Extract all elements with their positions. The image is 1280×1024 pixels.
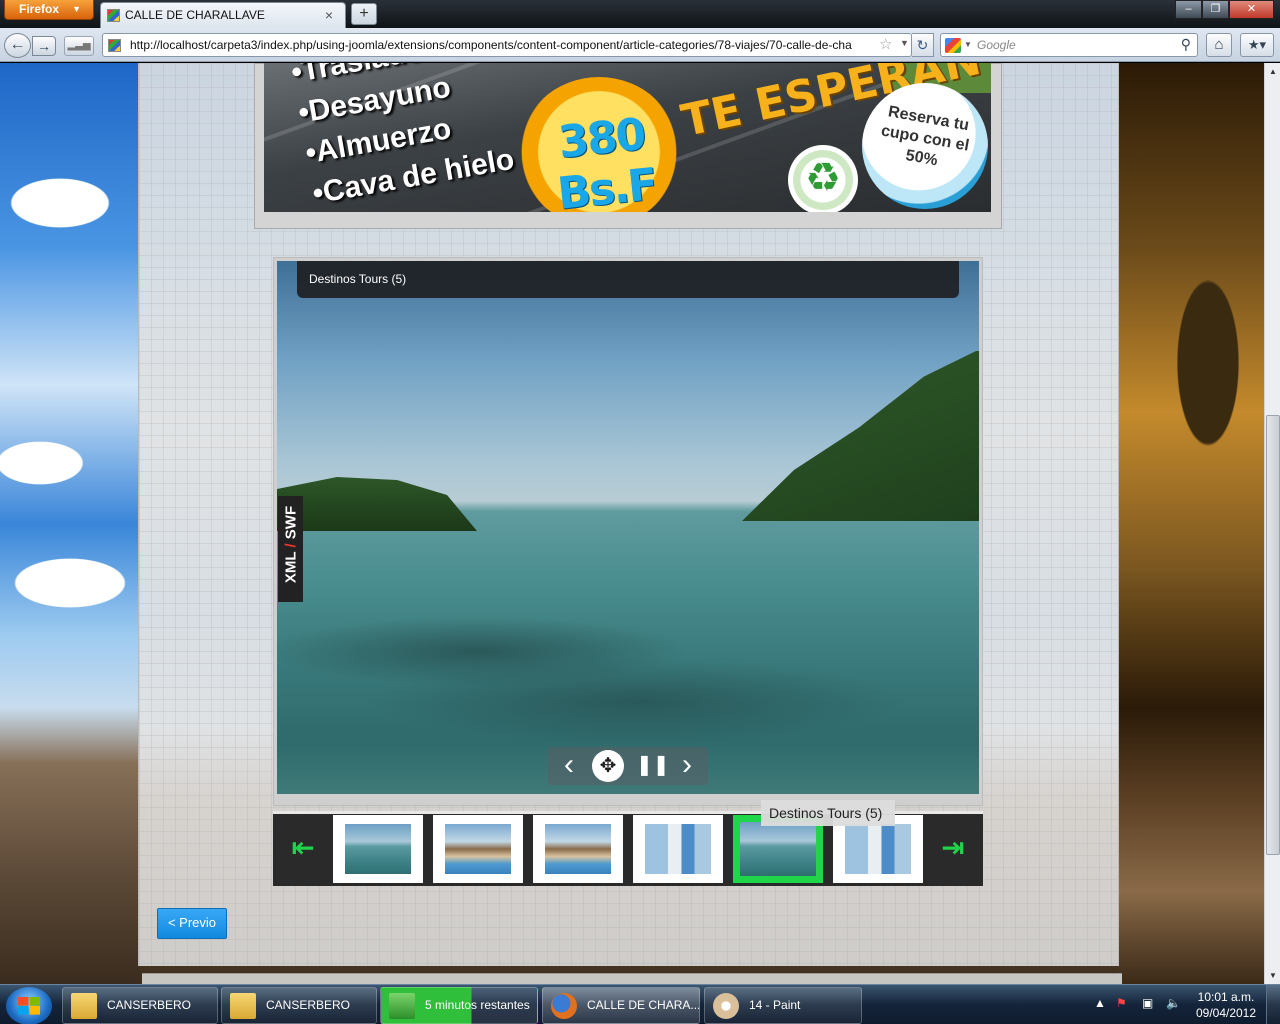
clock-time: 10:01 a.m. [1197, 990, 1255, 1004]
taskbar-item-folder-1[interactable]: CANSERBERO [62, 987, 218, 1024]
navigation-toolbar: ← → ▂▃▅ http://localhost/carpeta3/index.… [0, 28, 1280, 62]
thumbnail-item[interactable] [333, 815, 423, 883]
scroll-up-icon[interactable]: ▲ [1265, 63, 1280, 80]
show-hidden-icons-icon[interactable]: ▲ [1094, 996, 1106, 1010]
window-titlebar: Firefox ▼ CALLE DE CHARALLAVE × + – ❐ ✕ [0, 0, 1280, 28]
close-window-button[interactable]: ✕ [1229, 0, 1274, 19]
scroll-left-arrow-icon[interactable]: ⇤ [286, 834, 320, 863]
history-bars-icon[interactable]: ▂▃▅ [64, 36, 94, 56]
chevron-down-icon: ▼ [72, 4, 81, 14]
xml-swf-label: XML / SWF [283, 492, 300, 598]
photo-reef [277, 591, 979, 741]
task-label: 14 - Paint [749, 998, 801, 1012]
reload-button[interactable]: ↻ [912, 33, 934, 57]
taskbar-item-transfer[interactable]: 5 minutos restantes [380, 987, 538, 1024]
close-tab-icon[interactable]: × [321, 7, 337, 23]
task-label: 5 minutos restantes [425, 998, 530, 1012]
thumbnail-image [545, 824, 611, 874]
tab-title: CALLE DE CHARALLAVE [125, 8, 265, 22]
thumbnail-image [645, 824, 711, 874]
scroll-down-icon[interactable]: ▼ [1265, 967, 1280, 984]
gallery-caption: Destinos Tours (5) [309, 272, 407, 286]
address-bar[interactable]: http://localhost/carpeta3/index.php/usin… [102, 33, 912, 57]
task-label: CALLE DE CHARA... [587, 998, 700, 1012]
label-separator: / [282, 543, 300, 548]
next-slide-icon[interactable]: › [672, 750, 702, 781]
site-identity-icon[interactable] [108, 39, 121, 52]
system-tray: ▲ ⚑ ▣ 🔈 [1086, 985, 1196, 1024]
network-icon[interactable]: ▣ [1142, 996, 1153, 1010]
bookmarks-button[interactable]: ★▾ [1240, 33, 1274, 57]
window-controls: – ❐ ✕ [1175, 0, 1274, 19]
volume-icon[interactable]: 🔈 [1166, 996, 1181, 1010]
taskbar-item-folder-2[interactable]: CANSERBERO [221, 987, 377, 1024]
paint-icon [713, 993, 739, 1019]
previous-slide-icon[interactable]: ‹ [554, 750, 584, 781]
thumbnail-image [845, 824, 911, 874]
task-label: CANSERBERO [266, 998, 351, 1012]
move-arrows-icon[interactable]: ✥ [592, 750, 624, 782]
windows-taskbar: CANSERBERO CANSERBERO 5 minutos restante… [0, 984, 1280, 1024]
recycle-icon: ♻ [788, 145, 858, 212]
previous-article-button[interactable]: < Previo [157, 908, 227, 939]
taskbar-clock[interactable]: 10:01 a.m. 09/04/2012 [1194, 989, 1258, 1021]
taskbar-item-firefox[interactable]: CALLE DE CHARA... [542, 987, 700, 1024]
search-input[interactable]: Google [977, 38, 1016, 52]
back-button[interactable]: ← [4, 33, 31, 58]
folder-icon [71, 993, 97, 1019]
xml-label: XML [282, 551, 300, 584]
clock-date: 09/04/2012 [1195, 1006, 1257, 1020]
engine-dropdown-icon[interactable]: ▼ [964, 40, 972, 49]
url-dropdown-icon[interactable]: ▼ [900, 38, 909, 48]
thumbnail-item[interactable] [433, 815, 523, 883]
search-icon[interactable]: ⚲ [1181, 36, 1191, 53]
thumbnail-image [740, 822, 816, 876]
minimize-button[interactable]: – [1175, 0, 1202, 19]
scrollbar-thumb[interactable] [1266, 415, 1280, 855]
vertical-scrollbar[interactable]: ▲ ▼ [1264, 63, 1280, 984]
thumbnail-item[interactable] [633, 815, 723, 883]
content-footer-strip [142, 973, 1122, 984]
page-viewport: •Traslado en •Desayuno •Almuerzo •Cava d… [0, 63, 1264, 984]
tab-active[interactable]: CALLE DE CHARALLAVE × [100, 2, 346, 28]
windows-logo-icon [18, 997, 40, 1015]
photo-mountain [742, 351, 979, 521]
promo-banner: •Traslado en •Desayuno •Almuerzo •Cava d… [264, 63, 991, 212]
background-sky-image [0, 63, 140, 984]
favicon-icon [107, 9, 120, 22]
firefox-menu-button[interactable]: Firefox ▼ [4, 0, 94, 20]
thumbnail-image [345, 824, 411, 874]
search-bar[interactable]: ▼ Google ⚲ [940, 33, 1198, 57]
bookmark-star-icon[interactable]: ☆ [879, 35, 892, 53]
pause-icon[interactable]: ❚❚ [636, 751, 670, 781]
slideshow-controls: ‹ ✥ ❚❚ › [548, 747, 708, 785]
firefox-menu-label: Firefox [19, 2, 60, 16]
photo-island [277, 477, 477, 531]
new-tab-button[interactable]: + [351, 3, 377, 25]
start-button[interactable] [6, 987, 52, 1024]
taskbar-item-paint[interactable]: 14 - Paint [704, 987, 862, 1024]
home-button[interactable]: ⌂ [1206, 33, 1232, 57]
thumbnail-item[interactable] [533, 815, 623, 883]
forward-button[interactable]: → [32, 36, 56, 56]
show-desktop-button[interactable] [1266, 985, 1280, 1024]
url-text[interactable]: http://localhost/carpeta3/index.php/usin… [130, 38, 873, 52]
firefox-icon [551, 993, 577, 1019]
gallery-main-photo[interactable] [277, 261, 979, 794]
thumbnail-image [445, 824, 511, 874]
xml-swf-tab[interactable]: XML / SWF [278, 496, 303, 602]
folder-icon [230, 993, 256, 1019]
thumbnail-tooltip: Destinos Tours (5) [761, 800, 895, 826]
task-label: CANSERBERO [107, 998, 192, 1012]
background-palm-image [1118, 63, 1264, 984]
scroll-right-arrow-icon[interactable]: ⇥ [936, 834, 970, 863]
swf-label: SWF [282, 505, 300, 540]
file-transfer-icon [389, 993, 415, 1019]
action-center-flag-icon[interactable]: ⚑ [1116, 996, 1127, 1010]
banner-price: 380 Bs.F [555, 108, 659, 212]
maximize-button[interactable]: ❐ [1202, 0, 1229, 19]
google-engine-icon[interactable] [945, 38, 961, 53]
